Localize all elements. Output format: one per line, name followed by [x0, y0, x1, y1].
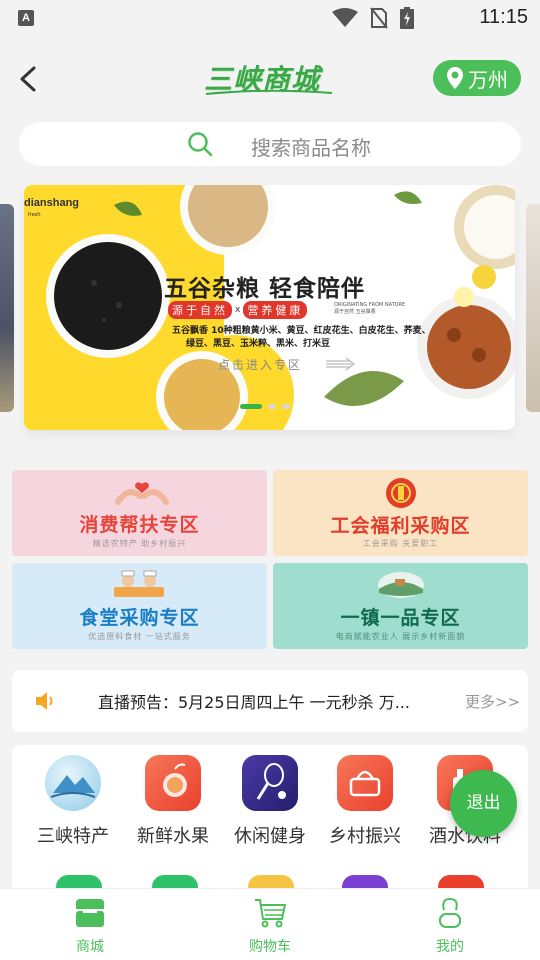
no-sim-icon: [370, 7, 388, 29]
search-input[interactable]: 搜索商品名称: [251, 132, 371, 161]
mountain-icon: [45, 755, 101, 811]
location-button[interactable]: 万州: [433, 60, 521, 96]
banner-tagline-cn: 源于自然 五谷飘香: [334, 309, 376, 315]
banner-tagline-en: ORIGINATING FROM NATURE: [334, 302, 406, 308]
live-notice[interactable]: 直播预告：5月25日周四上午 一元秒杀 万... 更多>>: [12, 670, 528, 732]
zone-title: 工会福利采购区: [330, 515, 471, 537]
nav-tab-mine[interactable]: 我的: [405, 897, 495, 956]
category-leisure-fitness[interactable]: 休闲健身: [220, 755, 320, 848]
zone-union-welfare[interactable]: 工会福利采购区 工会采购 关爱职工: [273, 470, 528, 556]
banner-tag-sep: x: [235, 305, 241, 315]
category-label: 乡村振兴: [329, 826, 401, 847]
banner-desc-line2: 绿豆、黑豆、玉米粹、黑米、打米豆: [186, 339, 331, 349]
back-icon[interactable]: [14, 62, 44, 96]
banner-cta[interactable]: 点击进入专区: [218, 356, 302, 373]
banner-tag: 源于自然: [168, 301, 232, 319]
carousel-dot[interactable]: [268, 404, 276, 409]
location-label: 万州: [468, 67, 508, 92]
union-emblem-icon: [386, 478, 416, 508]
category-label: 新鲜水果: [137, 826, 209, 847]
exit-button[interactable]: 退出: [450, 770, 517, 837]
basket-icon: [337, 755, 393, 811]
status-icons: [332, 7, 414, 29]
banner-carousel[interactable]: dianshang fresh 五谷杂粮 轻食陪伴 源于自然 x 营养健康 OR…: [24, 185, 515, 430]
category-sanxia-specialty[interactable]: 三峡特产: [23, 755, 123, 848]
category-label: 休闲健身: [234, 826, 306, 847]
chefs-icon: [114, 570, 164, 597]
category-label: 三峡特产: [37, 826, 109, 847]
search-bar[interactable]: 搜索商品名称: [19, 122, 521, 166]
zone-subtitle: 优选原料食材 一站式服务: [88, 632, 191, 641]
carousel-prev-slide[interactable]: [0, 204, 14, 412]
user-icon: [439, 897, 461, 928]
nav-label: 我的: [436, 939, 464, 955]
location-pin-icon: [447, 67, 463, 89]
nav-tab-cart[interactable]: 购物车: [225, 897, 315, 956]
zone-subtitle: 工会采购 关爱职工: [362, 539, 439, 548]
zone-title: 食堂采购专区: [79, 607, 200, 629]
carousel-next-slide[interactable]: [526, 204, 540, 412]
zone-subtitle: 电商赋能农业人 展示乡村新面貌: [335, 632, 466, 641]
fruit-icon: [145, 755, 201, 811]
category-grid: 三峡特产 新鲜水果 休闲健身 乡村振兴 酒水饮料: [12, 745, 528, 895]
notice-text: 直播预告：5月25日周四上午 一元秒杀 万...: [98, 693, 410, 712]
carousel-dot[interactable]: [282, 404, 290, 409]
nav-tab-mall[interactable]: 商城: [45, 897, 135, 956]
app-header: 三峡商城 万州: [0, 40, 540, 116]
bottom-nav: 商城 购物车 我的: [0, 888, 540, 960]
zone-consumption-aid[interactable]: 消费帮扶专区 精选农特产 助乡村振兴: [12, 470, 267, 556]
battery-charging-icon: [400, 7, 414, 29]
zone-subtitle: 精选农特产 助乡村振兴: [92, 539, 187, 548]
village-icon: [378, 572, 424, 598]
clock: 11:15: [479, 6, 528, 28]
carousel-dot-active[interactable]: [240, 404, 262, 409]
app-indicator-icon: A: [18, 10, 34, 26]
nav-label: 商城: [76, 939, 104, 955]
nav-label: 购物车: [249, 939, 291, 955]
speaker-icon: [36, 692, 53, 710]
banner-desc-line1: 五谷飘香 10种粗粮黄小米、黄豆、红皮花生、白皮花生、荞麦、: [172, 326, 431, 336]
wifi-icon: [332, 8, 358, 27]
banner-tagline: ORIGINATING FROM NATURE 源于自然 五谷飘香: [334, 302, 454, 316]
arrow-right-icon: [326, 357, 355, 371]
zone-title: 一镇一品专区: [340, 607, 461, 629]
carousel-dots: [240, 404, 290, 409]
category-fresh-fruit[interactable]: 新鲜水果: [123, 755, 223, 848]
logo-swoosh-icon: [206, 90, 332, 95]
shop-icon: [76, 899, 104, 927]
cart-icon: [255, 899, 286, 928]
zone-canteen-purchase[interactable]: 食堂采购专区 优选原料食材 一站式服务: [12, 563, 267, 649]
banner-tag: 营养健康: [243, 301, 308, 319]
badminton-icon: [242, 755, 298, 811]
banner-title: 五谷杂粮 轻食陪伴: [164, 276, 366, 302]
helping-hands-icon: [115, 482, 169, 505]
notice-more-link[interactable]: 更多>>: [465, 691, 520, 712]
banner-tags: 源于自然 x 营养健康: [168, 301, 308, 319]
category-rural-revitalization[interactable]: 乡村振兴: [315, 755, 415, 848]
zone-one-town-one-product[interactable]: 一镇一品专区 电商赋能农业人 展示乡村新面貌: [273, 563, 528, 649]
search-icon: [188, 132, 213, 157]
zone-title: 消费帮扶专区: [79, 514, 200, 536]
status-bar: A 11:15: [0, 0, 540, 36]
